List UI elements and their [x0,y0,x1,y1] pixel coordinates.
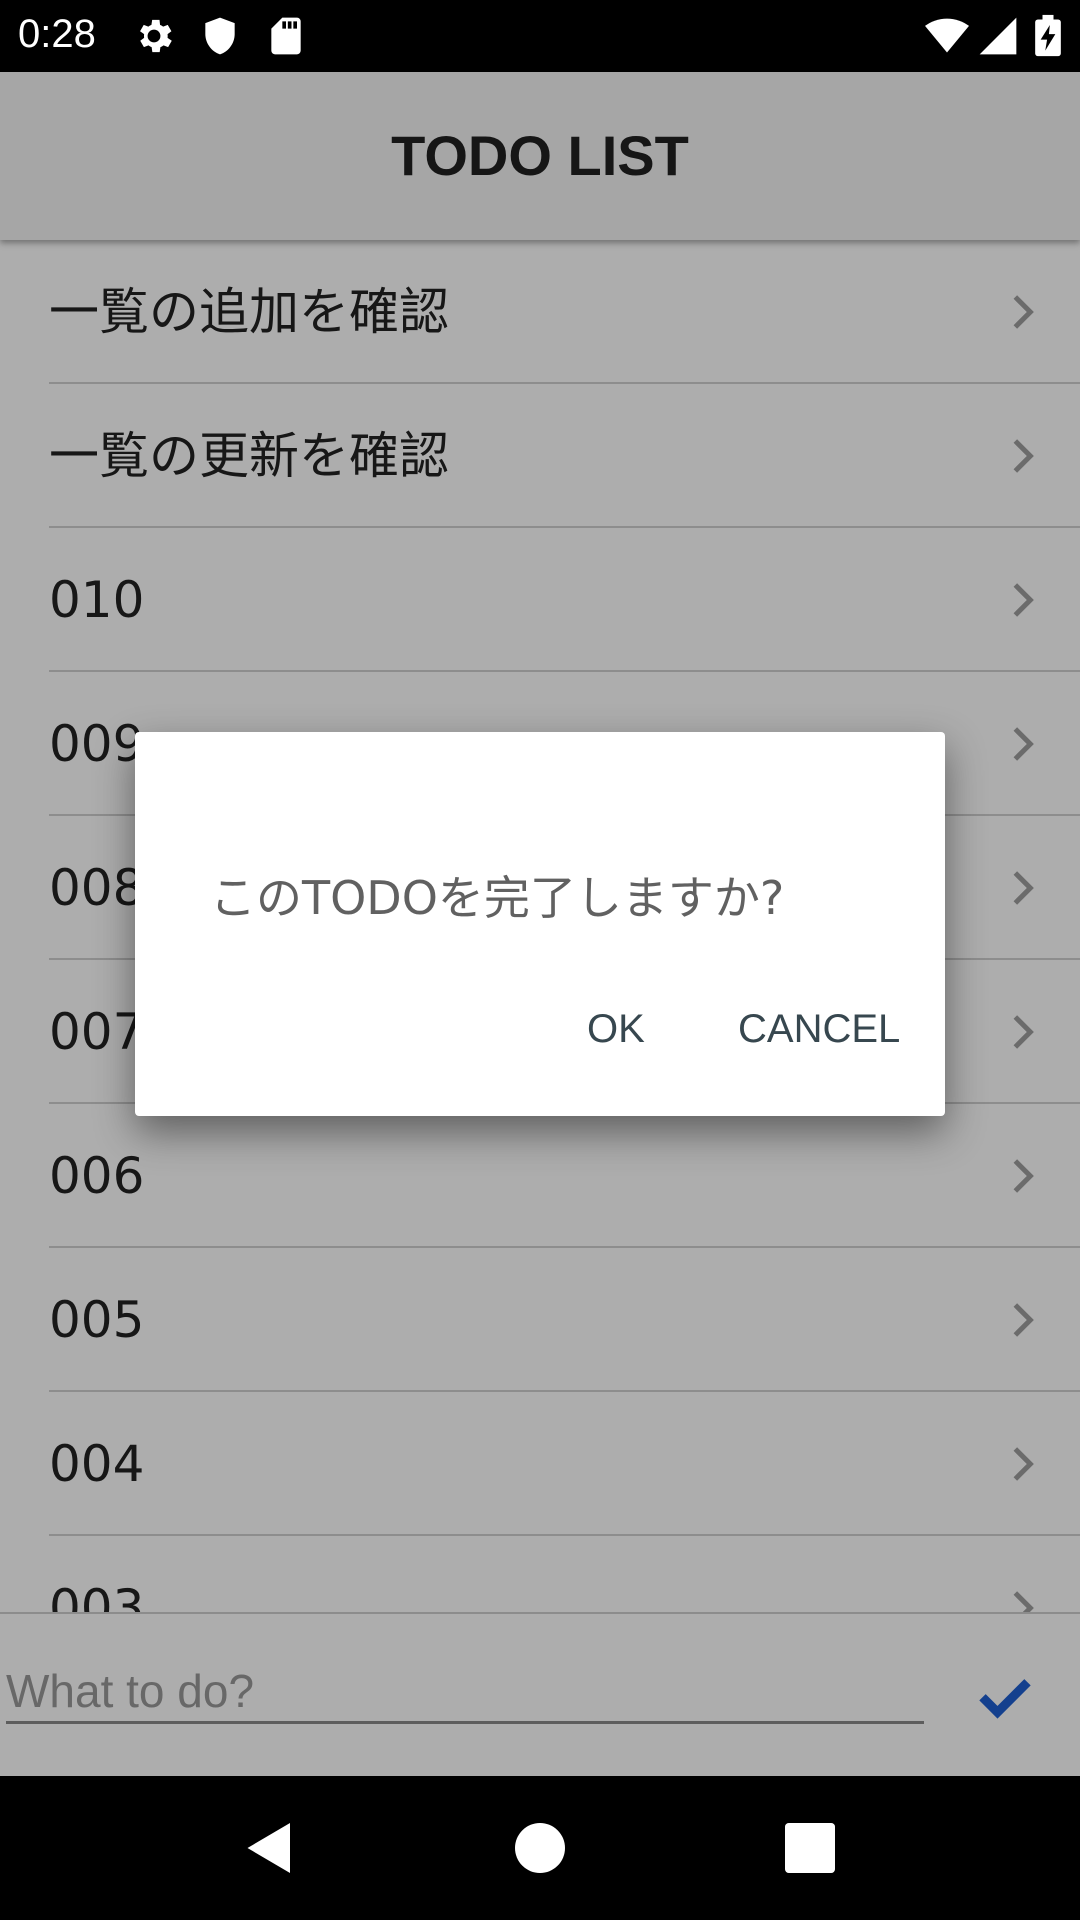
sd-card-icon [271,17,301,55]
shield-icon [205,17,235,55]
status-time: 0:28 [18,12,96,56]
ok-button[interactable]: OK [587,997,645,1061]
recents-icon[interactable] [780,1818,840,1878]
cancel-button[interactable]: CANCEL [738,997,900,1061]
wifi-icon [925,18,969,53]
back-icon[interactable] [240,1818,300,1878]
home-icon[interactable] [510,1818,570,1878]
battery-charging-icon [1035,14,1061,57]
confirm-dialog: このTODOを完了しますか? OK CANCEL [135,732,945,1116]
gear-icon [140,19,172,53]
dialog-message: このTODOを完了しますか? [210,871,785,925]
signal-icon [979,17,1017,55]
status-bar: 0:28 [0,0,1080,72]
navigation-bar [0,1776,1080,1920]
